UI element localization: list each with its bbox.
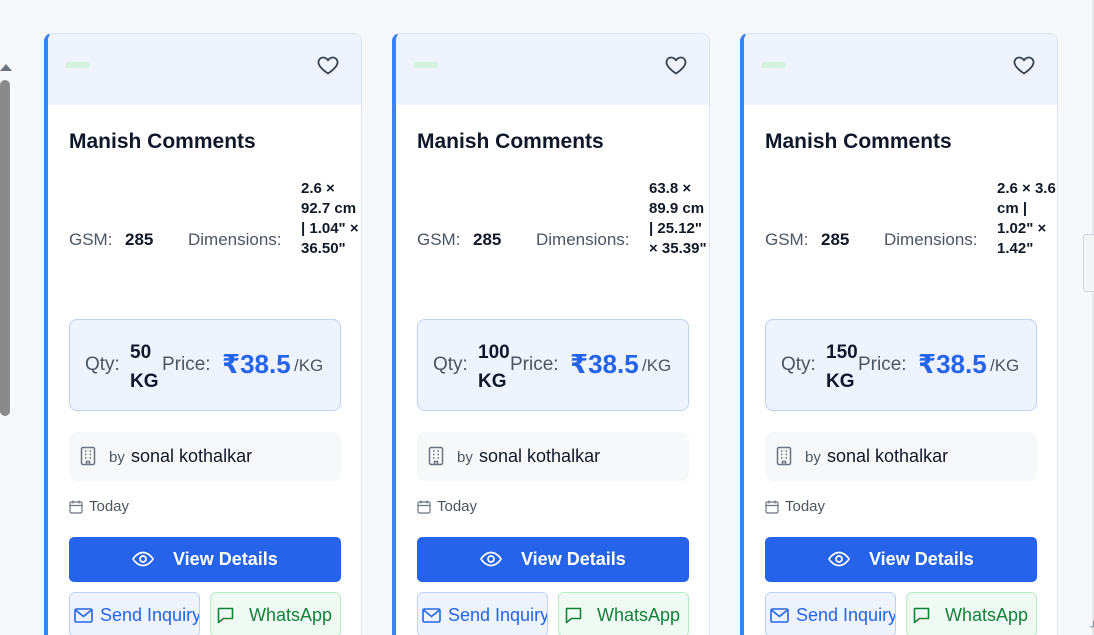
edge-marker: ┘ — [1090, 622, 1094, 633]
chat-icon — [217, 607, 234, 624]
qty-label: Qty: — [781, 354, 816, 375]
price-unit: /KG — [990, 356, 1020, 375]
dimensions-value: 2.6 × 3.6 cm | 1.02" × 1.42" — [997, 180, 1056, 257]
posted-date: Today — [785, 498, 826, 515]
status-badge — [65, 62, 90, 68]
product-card: Manish Comments GSM: 285 Dimensions: 2.6… — [740, 33, 1058, 635]
card-header — [48, 34, 361, 105]
product-card: Manish Comments GSM: 285 Dimensions: 2.6… — [44, 33, 362, 635]
seller-name: sonal kothalkar — [827, 446, 949, 466]
gsm-label: GSM: — [765, 230, 809, 249]
side-panel-handle[interactable] — [1083, 234, 1094, 292]
qty-label: Qty: — [433, 354, 468, 375]
mail-icon — [74, 608, 93, 623]
gsm-value: 285 — [473, 230, 502, 249]
gsm-label: GSM: — [69, 230, 113, 249]
qty-value: 100 KG — [478, 342, 510, 392]
send-inquiry-button[interactable]: Send Inquiry — [417, 592, 548, 635]
send-inquiry-label: Send Inquiry — [100, 605, 200, 625]
seller-prefix: by — [805, 449, 821, 466]
view-details-label: View Details — [173, 549, 278, 569]
price-value: ₹38.5 — [222, 349, 291, 379]
dimensions-label: Dimensions: — [536, 230, 630, 249]
dimensions-label: Dimensions: — [188, 230, 282, 249]
calendar-icon — [69, 500, 83, 514]
price-box: Qty: 150 KG Price: ₹38.5 /KG — [765, 319, 1037, 411]
price-unit: /KG — [294, 356, 324, 375]
price-box: Qty: 100 KG Price: ₹38.5 /KG — [417, 319, 689, 411]
product-title: Manish Comments — [417, 130, 604, 153]
view-details-button[interactable]: View Details — [417, 537, 689, 582]
dimensions-label: Dimensions: — [884, 230, 978, 249]
building-icon — [428, 446, 444, 466]
qty-value: 150 KG — [826, 342, 858, 392]
seller-prefix: by — [457, 449, 473, 466]
send-inquiry-button[interactable]: Send Inquiry — [765, 592, 896, 635]
view-details-button[interactable]: View Details — [69, 537, 341, 582]
product-title: Manish Comments — [69, 130, 256, 153]
whatsapp-button[interactable]: WhatsApp — [210, 592, 341, 635]
view-details-label: View Details — [869, 549, 974, 569]
chat-icon — [565, 607, 582, 624]
building-icon — [776, 446, 792, 466]
seller-name: sonal kothalkar — [131, 446, 253, 466]
scroll-up-arrow-icon[interactable] — [0, 64, 12, 71]
gsm-value: 285 — [821, 230, 850, 249]
whatsapp-label: WhatsApp — [597, 605, 681, 625]
calendar-icon — [765, 500, 779, 514]
dimensions-value: 63.8 × 89.9 cm | 25.12" × 35.39" — [649, 180, 707, 257]
eye-icon — [828, 551, 850, 567]
card-header — [744, 34, 1057, 105]
posted-date: Today — [437, 498, 478, 515]
gsm-label: GSM: — [417, 230, 461, 249]
status-badge — [761, 62, 786, 68]
whatsapp-button[interactable]: WhatsApp — [906, 592, 1037, 635]
seller-info: by sonal kothalkar — [69, 432, 341, 481]
qty-label: Qty: — [85, 354, 120, 375]
eye-icon — [132, 551, 154, 567]
price-label: Price: — [510, 354, 559, 375]
building-icon — [80, 446, 96, 466]
price-label: Price: — [162, 354, 211, 375]
eye-icon — [480, 551, 502, 567]
gsm-value: 285 — [125, 230, 154, 249]
product-card: Manish Comments GSM: 285 Dimensions: 63.… — [392, 33, 710, 635]
heart-icon[interactable] — [1012, 53, 1036, 77]
send-inquiry-label: Send Inquiry — [796, 605, 896, 625]
seller-prefix: by — [109, 449, 125, 466]
seller-name: sonal kothalkar — [479, 446, 601, 466]
price-value: ₹38.5 — [918, 349, 987, 379]
calendar-icon — [417, 500, 431, 514]
send-inquiry-button[interactable]: Send Inquiry — [69, 592, 200, 635]
chat-icon — [913, 607, 930, 624]
qty-value: 50 KG — [130, 342, 159, 392]
mail-icon — [422, 608, 441, 623]
view-details-button[interactable]: View Details — [765, 537, 1037, 582]
whatsapp-label: WhatsApp — [249, 605, 333, 625]
heart-icon[interactable] — [664, 53, 688, 77]
dimensions-value: 2.6 × 92.7 cm | 1.04" × 36.50" — [301, 180, 359, 257]
heart-icon[interactable] — [316, 53, 340, 77]
price-label: Price: — [858, 354, 907, 375]
price-value: ₹38.5 — [570, 349, 639, 379]
price-unit: /KG — [642, 356, 672, 375]
seller-info: by sonal kothalkar — [765, 432, 1037, 481]
whatsapp-label: WhatsApp — [945, 605, 1029, 625]
status-badge — [413, 62, 438, 68]
scrollbar-thumb[interactable] — [0, 80, 10, 416]
whatsapp-button[interactable]: WhatsApp — [558, 592, 689, 635]
card-header — [396, 34, 709, 105]
seller-info: by sonal kothalkar — [417, 432, 689, 481]
mail-icon — [770, 608, 789, 623]
price-box: Qty: 50 KG Price: ₹38.5 /KG — [69, 319, 341, 411]
posted-date: Today — [89, 498, 130, 515]
view-details-label: View Details — [521, 549, 626, 569]
product-title: Manish Comments — [765, 130, 952, 153]
send-inquiry-label: Send Inquiry — [448, 605, 548, 625]
